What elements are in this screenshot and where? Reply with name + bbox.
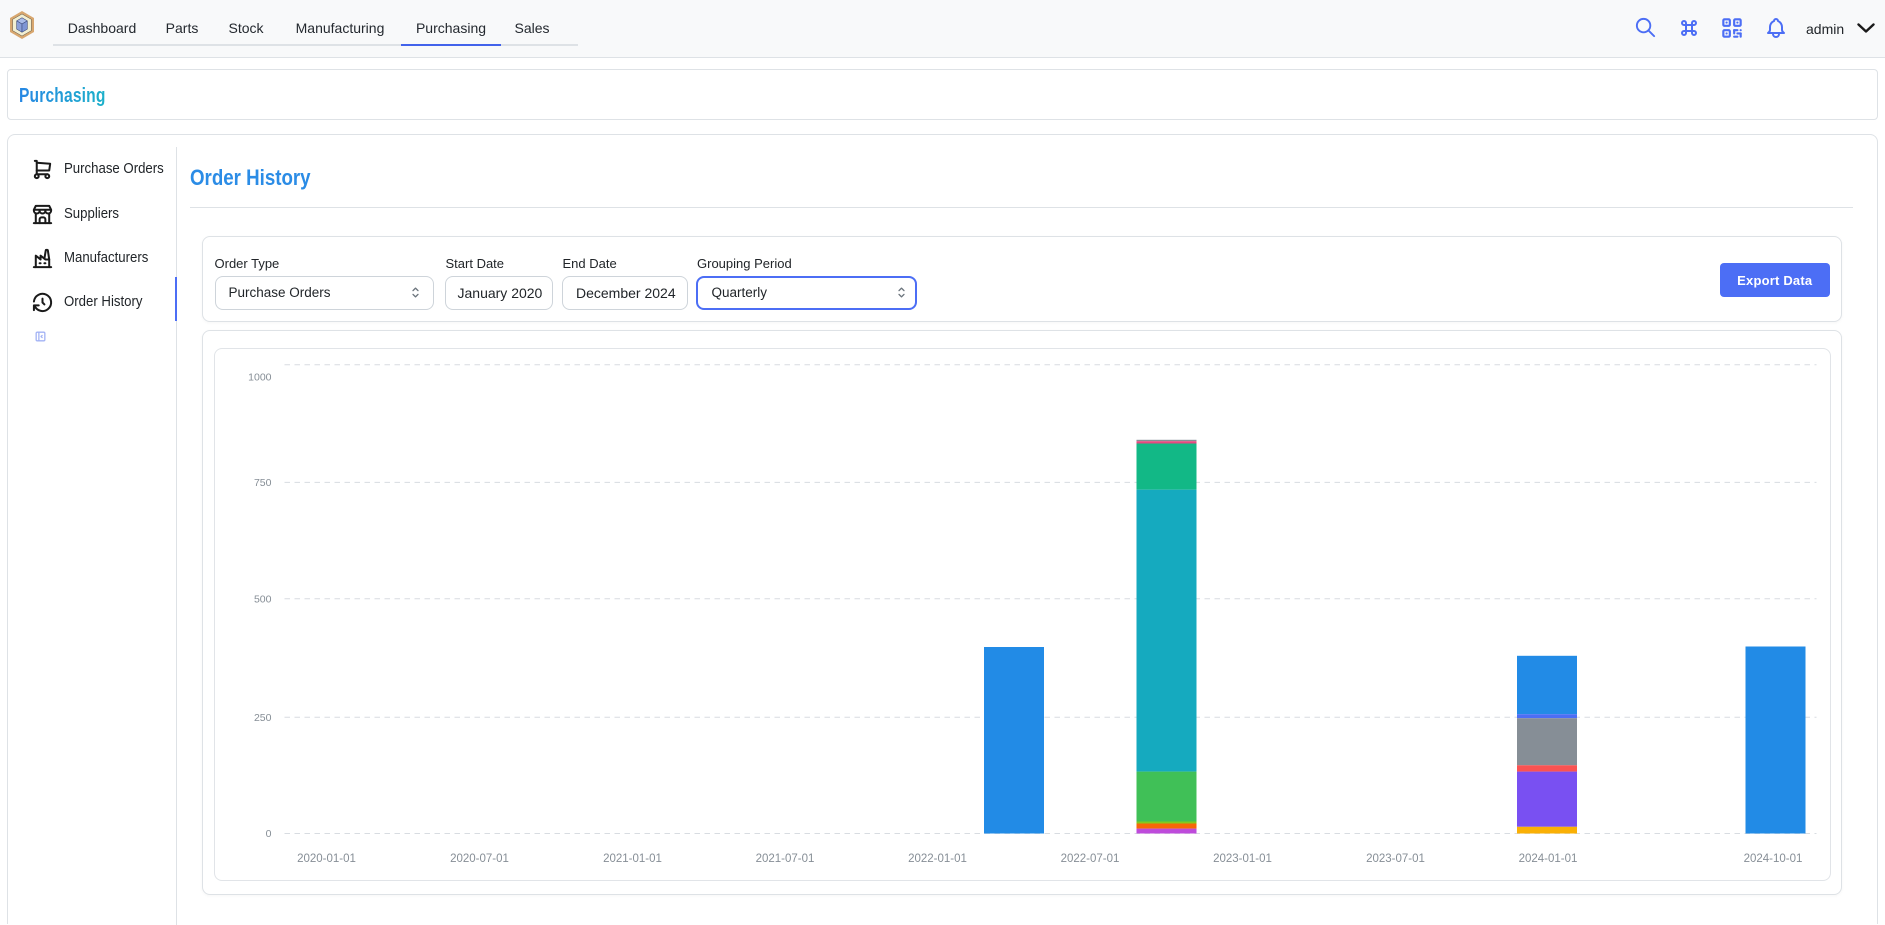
svg-text:500: 500 — [253, 594, 271, 606]
svg-text:2024-10-01: 2024-10-01 — [1743, 853, 1802, 865]
svg-text:750: 750 — [253, 477, 271, 489]
svg-text:2023-07-01: 2023-07-01 — [1366, 853, 1425, 865]
svg-text:2020-01-01: 2020-01-01 — [297, 853, 356, 865]
svg-text:2022-01-01: 2022-01-01 — [908, 853, 967, 865]
svg-text:1000: 1000 — [248, 372, 272, 384]
svg-text:0: 0 — [265, 828, 271, 840]
svg-text:2021-01-01: 2021-01-01 — [603, 853, 662, 865]
svg-text:2023-01-01: 2023-01-01 — [1213, 853, 1272, 865]
svg-text:2021-07-01: 2021-07-01 — [755, 853, 814, 865]
svg-text:2020-07-01: 2020-07-01 — [450, 853, 509, 865]
svg-text:2022-07-01: 2022-07-01 — [1060, 853, 1119, 865]
svg-text:250: 250 — [253, 712, 271, 724]
svg-text:2024-01-01: 2024-01-01 — [1518, 853, 1577, 865]
